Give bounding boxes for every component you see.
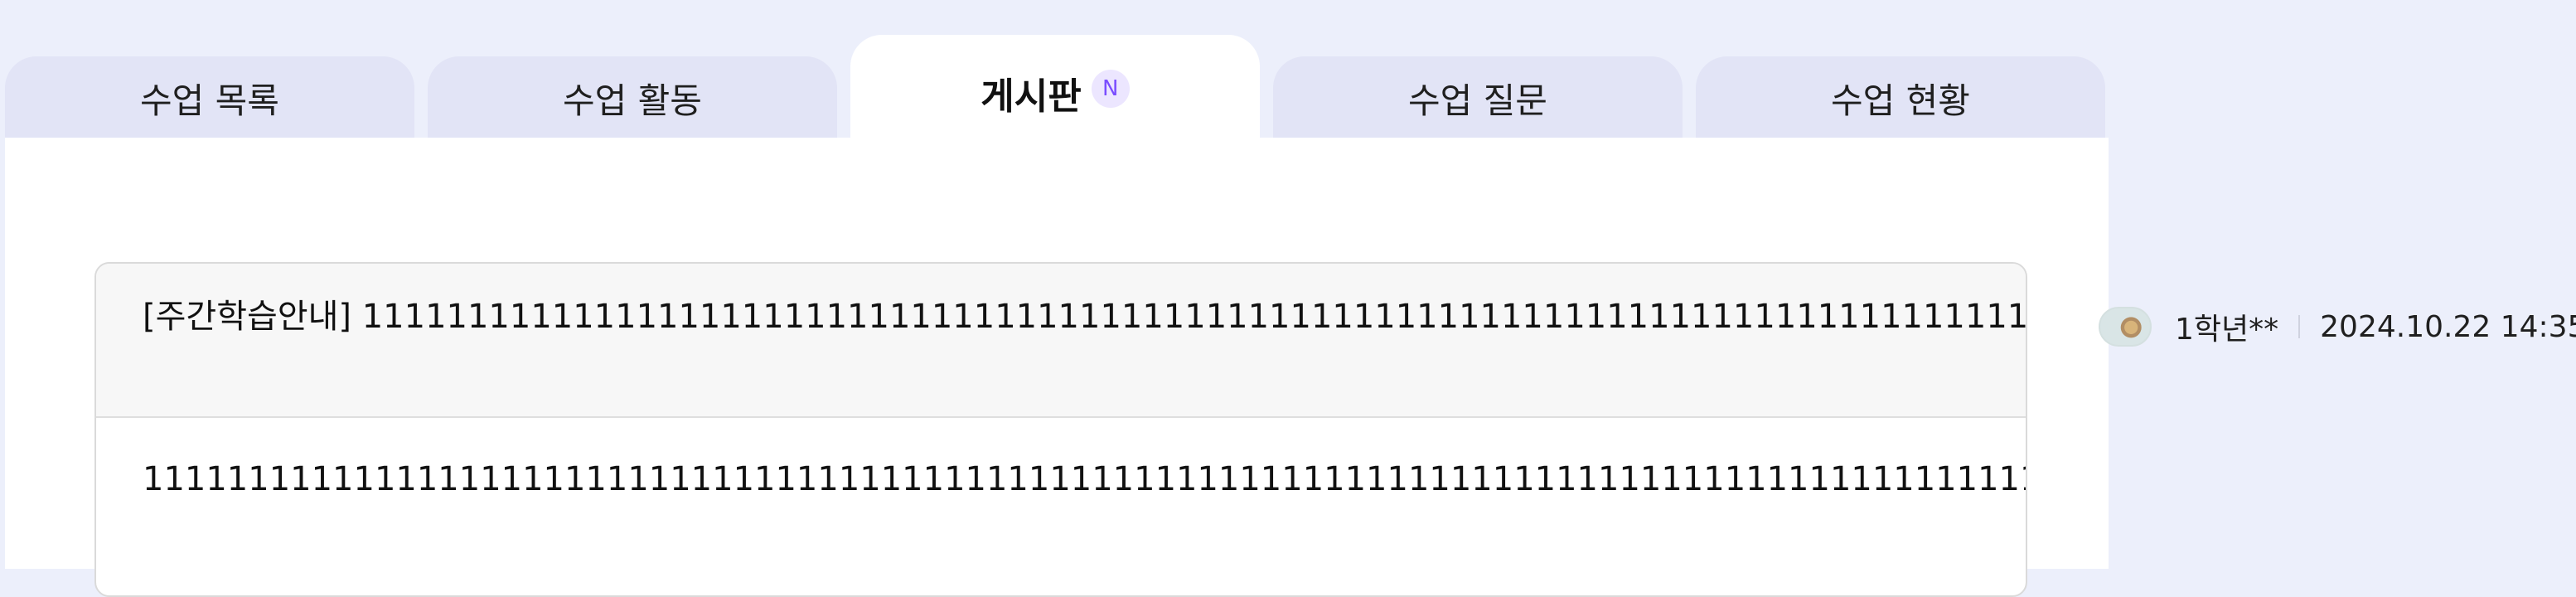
post-card: [주간학습안내] 1111111111111111111111111111111…	[94, 262, 2027, 597]
new-badge: N	[1091, 70, 1130, 108]
tab-class-questions[interactable]: 수업 질문	[1273, 56, 1683, 139]
board-panel: [주간학습안내] 1111111111111111111111111111111…	[5, 138, 2109, 597]
author-name: 1학년**	[2175, 313, 2279, 347]
tab-label: 수업 목록	[140, 80, 279, 121]
meta-divider	[2298, 315, 2301, 338]
tab-label: 수업 활동	[563, 80, 702, 121]
post-date: 2024.10.22 14:35	[2320, 309, 2576, 344]
post-content: 1111111111111111111111111111111111111111…	[143, 460, 2026, 498]
tab-class-status[interactable]: 수업 현황	[1696, 56, 2105, 139]
avatar	[2099, 307, 2152, 347]
board-tabs: 수업 목록 수업 활동 게시판 N 수업 질문 수업 현황	[0, 0, 2576, 141]
tab-label: 수업 질문	[1408, 80, 1547, 121]
post-body: 1111111111111111111111111111111111111111…	[96, 418, 2026, 499]
tab-class-activity[interactable]: 수업 활동	[428, 56, 837, 139]
tab-label: 게시판	[981, 75, 1082, 118]
post-title: [주간학습안내] 1111111111111111111111111111111…	[143, 298, 2027, 336]
post-meta: 1학년** 2024.10.22 14:35	[2099, 305, 2576, 348]
tab-board[interactable]: 게시판 N	[850, 35, 1260, 139]
tab-label: 수업 현황	[1831, 80, 1970, 121]
post-header: [주간학습안내] 1111111111111111111111111111111…	[96, 264, 2026, 418]
tab-class-list[interactable]: 수업 목록	[5, 56, 414, 139]
